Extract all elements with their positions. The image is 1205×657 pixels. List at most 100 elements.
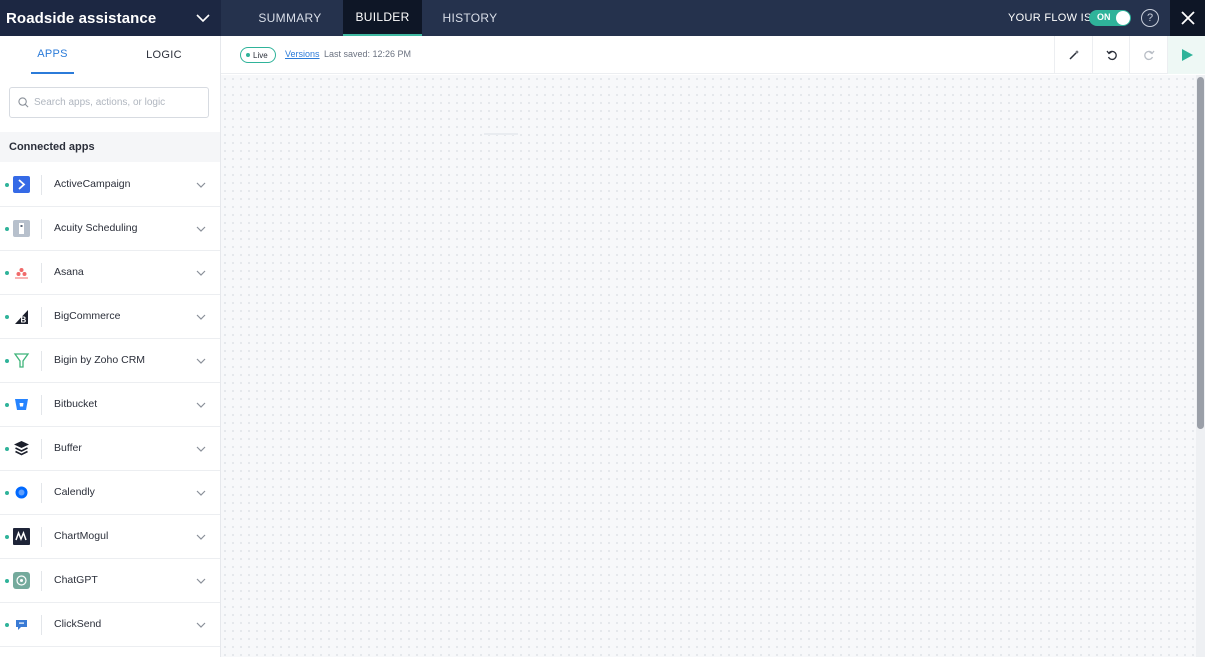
chevron-down-icon [196,182,206,188]
chartmogul-logo-icon [13,528,30,545]
app-item-buffer[interactable]: Buffer [0,427,220,471]
connected-dot [5,271,9,275]
chevron-down-icon [196,622,206,628]
sidebar: APPS LOGIC Search apps, actions, or logi… [0,36,221,657]
canvas-scrollbar[interactable] [1196,75,1205,657]
activecampaign-logo-icon [13,176,30,193]
close-button[interactable] [1170,0,1205,36]
chevron-down-icon [196,226,206,232]
search-input[interactable]: Search apps, actions, or logic [9,87,209,118]
divider [41,219,42,239]
auto-arrange-button[interactable] [1054,36,1092,74]
clicksend-logo-icon [16,620,27,630]
app-item-label: Calendly [54,486,95,498]
divider [41,439,42,459]
app-item-bigcommerce[interactable]: B BigCommerce [0,295,220,339]
app-list: ActiveCampaign Acuity Scheduling Asana B… [0,163,220,647]
connected-dot [5,315,9,319]
tab-history[interactable]: HISTORY [432,0,508,36]
last-saved-text: Last saved: 12:26 PM [324,49,412,59]
connected-dot [5,447,9,451]
chevron-down-icon [196,270,206,276]
asana-logo-icon [15,268,28,279]
connected-dot [5,227,9,231]
connected-dot [5,359,9,363]
undo-button[interactable] [1092,36,1130,74]
flow-name: Roadside assistance [6,9,157,27]
buffer-logo-icon [14,441,29,456]
app-item-label: Bitbucket [54,398,98,410]
app-item-label: ActiveCampaign [54,178,131,190]
divider [41,307,42,327]
app-item-calendly[interactable]: Calendly [0,471,220,515]
undo-icon [1105,50,1117,61]
builder-toolbar: Live Versions Last saved: 12:26 PM [221,36,1205,74]
magic-wand-icon [1068,50,1079,60]
tab-apps[interactable]: APPS [31,36,74,74]
connected-dot [5,403,9,407]
bigcommerce-logo-icon: B [15,310,28,325]
connected-dot [5,183,9,187]
toggle-label: ON [1097,12,1111,22]
app-item-chatgpt[interactable]: ChatGPT [0,559,220,603]
divider [41,615,42,635]
tab-logic[interactable]: LOGIC [140,36,188,74]
divider [41,527,42,547]
divider [41,175,42,195]
run-flow-button[interactable] [1167,36,1205,74]
calendly-logo-icon [15,486,28,499]
tab-summary[interactable]: SUMMARY [248,0,332,36]
app-item-asana[interactable]: Asana [0,251,220,295]
chevron-down-icon [196,446,206,452]
connected-dot [5,535,9,539]
connected-dot [5,491,9,495]
search-icon [18,97,29,108]
app-item-acuity-scheduling[interactable]: Acuity Scheduling [0,207,220,251]
live-label: Live [253,50,268,60]
flow-canvas[interactable] [221,75,1205,657]
redo-button[interactable] [1129,36,1167,74]
app-item-label: Bigin by Zoho CRM [54,354,146,366]
app-item-label: Acuity Scheduling [54,222,138,234]
live-dot [246,53,250,57]
connected-apps-heading: Connected apps [0,132,220,162]
divider [41,395,42,415]
app-item-activecampaign[interactable]: ActiveCampaign [0,163,220,207]
search-placeholder: Search apps, actions, or logic [34,97,166,108]
versions-link[interactable]: Versions [285,49,320,59]
divider [41,351,42,371]
redo-icon [1143,50,1155,61]
connector-line [484,133,518,135]
app-item-clicksend[interactable]: ClickSend [0,603,220,647]
app-item-label: ChartMogul [54,530,109,542]
app-item-label: Asana [54,266,84,278]
app-item-label: ClickSend [54,618,102,630]
divider [41,571,42,591]
tab-builder[interactable]: BUILDER [343,0,422,36]
flow-on-toggle[interactable]: ON [1089,10,1131,26]
bitbucket-logo-icon [15,399,28,410]
chevron-down-icon [196,490,206,496]
chevron-down-icon [196,314,206,320]
chevron-down-icon [196,578,206,584]
chatgpt-logo-icon [13,572,30,589]
help-icon[interactable]: ? [1141,9,1159,27]
app-item-chartmogul[interactable]: ChartMogul [0,515,220,559]
toggle-knob [1116,11,1130,25]
app-item-label: BigCommerce [54,310,121,322]
scrollbar-thumb[interactable] [1197,77,1204,429]
app-item-label: Buffer [54,442,82,454]
divider [41,483,42,503]
acuity-scheduling-logo-icon [13,220,30,237]
flow-selector[interactable]: Roadside assistance [0,0,221,36]
chevron-down-icon [196,402,206,408]
app-item-bigin[interactable]: Bigin by Zoho CRM [0,339,220,383]
svg-text:B: B [21,316,27,325]
live-badge: Live [240,47,276,63]
app-item-bitbucket[interactable]: Bitbucket [0,383,220,427]
flow-status-label: YOUR FLOW IS [1008,12,1092,24]
bigin-logo-icon [13,353,30,368]
connected-dot [5,623,9,627]
chevron-down-icon [196,358,206,364]
builder-canvas-area: Live Versions Last saved: 12:26 PM [221,36,1205,657]
